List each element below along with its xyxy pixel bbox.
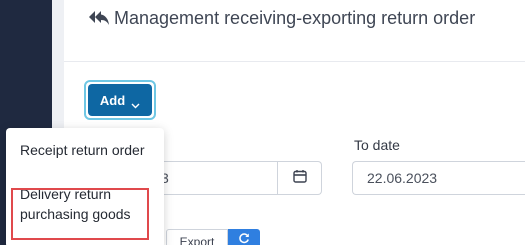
add-button-focus-ring: Add	[84, 80, 156, 120]
export-button-label: Export	[179, 235, 215, 245]
menu-item-highlight-box	[11, 188, 149, 240]
export-button[interactable]: Export	[166, 229, 228, 245]
header-divider	[64, 61, 525, 62]
reply-all-icon	[88, 9, 110, 27]
to-date-input[interactable]: 22.06.2023	[352, 161, 525, 195]
calendar-icon	[292, 169, 307, 188]
refresh-button[interactable]	[228, 229, 260, 245]
to-date-value: 22.06.2023	[367, 170, 438, 186]
add-button-label: Add	[99, 92, 126, 108]
from-date-input[interactable]: 3	[150, 161, 278, 195]
chevron-down-icon	[131, 97, 140, 109]
from-date-calendar-button[interactable]	[278, 161, 322, 195]
add-button[interactable]: Add	[88, 84, 152, 116]
to-date-label: To date	[354, 137, 400, 153]
page-title-text: Management receiving-exporting return or…	[114, 7, 476, 28]
refresh-icon	[238, 231, 250, 245]
page-title: Management receiving-exporting return or…	[88, 6, 475, 30]
menu-item-label: Receipt return order	[20, 142, 145, 158]
menu-item-receipt-return-order[interactable]: Receipt return order	[20, 140, 150, 160]
